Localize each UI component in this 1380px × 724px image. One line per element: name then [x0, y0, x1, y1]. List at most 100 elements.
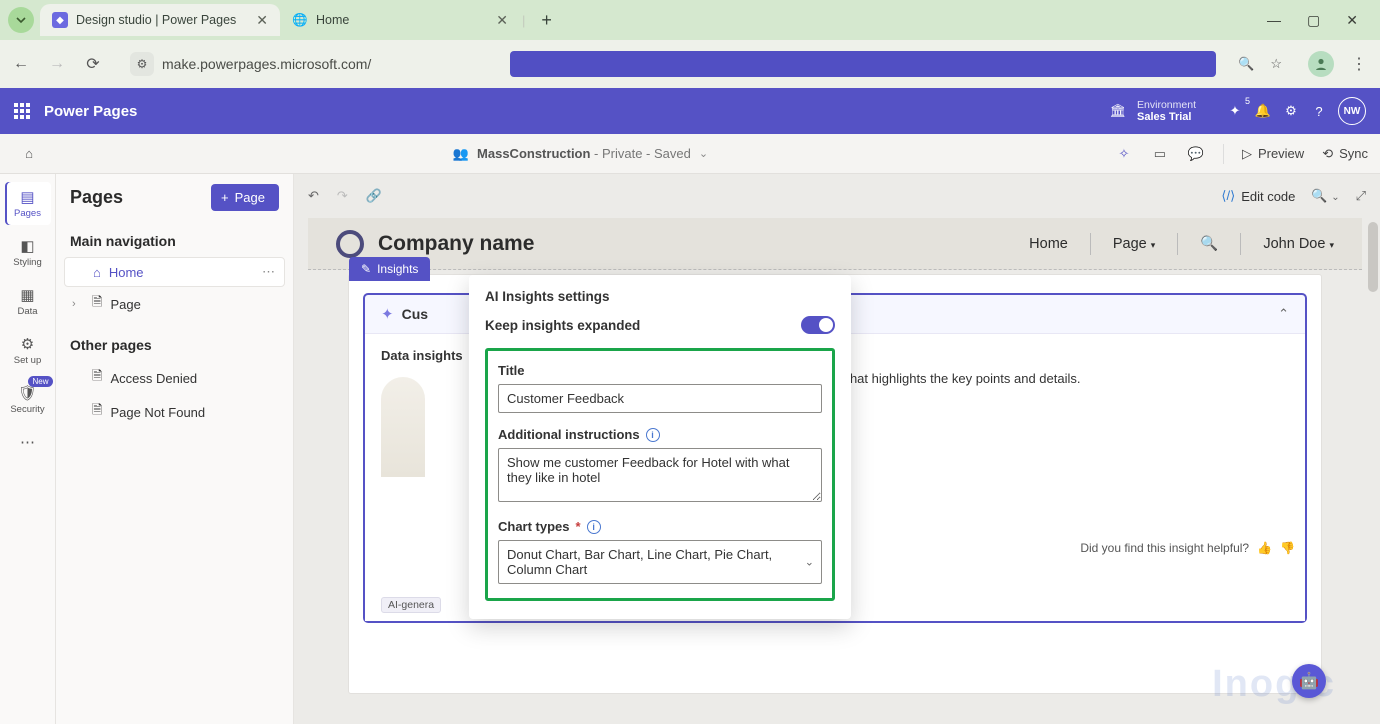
new-tab-button[interactable]: + [541, 10, 552, 31]
instructions-label: Additional instructionsi [498, 427, 822, 442]
keep-expanded-label: Keep insights expanded [485, 318, 640, 333]
canvas-scrollbar[interactable] [1368, 222, 1378, 292]
add-page-button[interactable]: +Page [211, 184, 279, 211]
nav-page-dropdown[interactable]: Page ▾ [1113, 236, 1155, 252]
chart-thumb-placeholder [381, 377, 425, 477]
vscode-icon: ⟨/⟩ [1221, 188, 1235, 204]
mobile-preview-icon[interactable]: ▭ [1151, 145, 1169, 163]
copilot-icon[interactable]: ✧ [1115, 145, 1133, 163]
chart-types-select[interactable]: Donut Chart, Bar Chart, Line Chart, Pie … [498, 540, 822, 584]
tree-node-page[interactable]: › 🗎 Page [64, 287, 285, 321]
info-icon[interactable]: i [587, 520, 601, 534]
tree-node-home[interactable]: ⌂ Home ⋯ [64, 257, 285, 287]
tree-node-not-found[interactable]: 🗎Page Not Found [64, 395, 285, 429]
rail-styling[interactable]: ◧Styling [5, 231, 51, 274]
sparkle-icon: ✦ [381, 305, 394, 323]
thumbs-down-icon[interactable]: 👎 [1280, 541, 1295, 555]
section-other-pages: Other pages [56, 321, 293, 361]
tab-title: Design studio | Power Pages [76, 13, 236, 27]
edit-code-button[interactable]: ⟨/⟩Edit code [1221, 188, 1295, 204]
undo-icon[interactable]: ↶ [308, 188, 319, 204]
close-window-button[interactable]: ✕ [1346, 12, 1358, 29]
chatbot-launcher[interactable]: 🤖 [1292, 664, 1326, 698]
highlighted-settings-group: Title Additional instructionsi Chart typ… [485, 348, 835, 601]
keep-expanded-toggle[interactable] [801, 316, 835, 334]
title-label: Title [498, 363, 822, 378]
tab-close-icon[interactable]: ✕ [496, 12, 508, 29]
rail-setup[interactable]: ⚙Set up [5, 329, 51, 372]
feedback-row: Did you find this insight helpful? 👍 👎 [1080, 541, 1295, 555]
title-input[interactable] [498, 384, 822, 413]
design-canvas: ↶ ↷ 🔗 ⟨/⟩Edit code 🔍 ⌄ ⤢ Company name Ho… [294, 174, 1380, 724]
app-launcher-icon[interactable] [14, 103, 30, 119]
browser-kebab-icon[interactable]: ⋮ [1348, 54, 1370, 74]
notifications-icon[interactable]: 🔔 [1254, 102, 1272, 120]
forward-button[interactable]: → [46, 55, 68, 73]
panel-title: Pages [70, 187, 123, 208]
alerts-icon[interactable]: ✦5 [1226, 102, 1244, 120]
expand-icon[interactable]: ⤢ [1356, 188, 1366, 204]
sync-button[interactable]: ⟲Sync [1322, 146, 1368, 162]
info-icon[interactable]: i [646, 428, 660, 442]
browser-toolbar: ← → ⟳ ⚙ make.powerpages.microsoft.com/ 🔍… [0, 40, 1380, 88]
minimize-button[interactable]: — [1267, 12, 1281, 29]
nav-search-icon[interactable]: 🔍 [1200, 235, 1218, 252]
browser-profile-button[interactable] [1308, 51, 1334, 77]
address-bar[interactable]: ⚙ make.powerpages.microsoft.com/ 🔍 ☆ [118, 47, 1294, 81]
rail-pages[interactable]: ▤Pages [5, 182, 51, 225]
url-text: make.powerpages.microsoft.com/ [162, 56, 371, 72]
instructions-textarea[interactable] [498, 448, 822, 502]
zoom-icon[interactable]: 🔍 [1238, 56, 1254, 72]
insights-tab[interactable]: ✎Insights [349, 257, 430, 281]
environment-icon: 🏛 [1109, 102, 1127, 120]
caret-icon: ▾ [1329, 240, 1334, 250]
collapse-icon[interactable]: ⌃ [1278, 306, 1289, 322]
summary-text: mmary that highlights the key points and… [803, 371, 1289, 386]
home-icon[interactable]: ⌂ [12, 146, 46, 161]
caret-icon: ▾ [1151, 240, 1156, 250]
command-bar: ⌂ 👥 MassConstruction - Private - Saved ⌄… [0, 134, 1380, 174]
url-selection-highlight [510, 51, 1216, 77]
tree-node-access-denied[interactable]: 🗎Access Denied [64, 361, 285, 395]
helpful-label: Did you find this insight helpful? [1080, 541, 1249, 555]
back-button[interactable]: ← [10, 55, 32, 73]
comments-icon[interactable]: 💬 [1187, 145, 1205, 163]
help-icon[interactable]: ? [1310, 102, 1328, 120]
preview-button[interactable]: ▷Preview [1242, 146, 1304, 162]
more-icon: ⋯ [20, 433, 35, 451]
thumbs-up-icon[interactable]: 👍 [1257, 541, 1272, 555]
chevron-right-icon[interactable]: › [72, 298, 84, 310]
link-icon[interactable]: 🔗 [366, 188, 382, 204]
browser-menu-button[interactable] [8, 7, 34, 33]
row-more-icon[interactable]: ⋯ [262, 264, 276, 280]
tab-close-icon[interactable]: ✕ [256, 12, 268, 29]
chart-types-label: Chart types * i [498, 519, 822, 534]
settings-icon[interactable]: ⚙ [1282, 102, 1300, 120]
people-icon: 👥 [453, 146, 469, 162]
left-rail: ▤Pages ◧Styling ▦Data ⚙Set up 🛡SecurityN… [0, 174, 56, 724]
tab-title: Home [316, 13, 349, 27]
canvas-toolbar: ↶ ↷ 🔗 ⟨/⟩Edit code 🔍 ⌄ ⤢ [294, 174, 1380, 218]
page-icon: 🗎 [92, 293, 102, 315]
site-context[interactable]: 👥 MassConstruction - Private - Saved ⌄ [46, 146, 1115, 162]
redo-icon[interactable]: ↷ [337, 188, 348, 204]
lock-page-icon: 🗎 [92, 367, 102, 389]
rail-data[interactable]: ▦Data [5, 280, 51, 323]
nav-home[interactable]: Home [1029, 236, 1068, 252]
browser-tab-inactive[interactable]: 🌐 Home ✕ [280, 4, 520, 36]
rail-more[interactable]: ⋯ [5, 427, 51, 457]
bookmark-icon[interactable]: ☆ [1270, 56, 1282, 72]
product-name: Power Pages [44, 103, 137, 120]
environment-picker[interactable]: Environment Sales Trial [1137, 99, 1196, 124]
zoom-dropdown[interactable]: 🔍 ⌄ [1311, 188, 1339, 204]
site-info-icon[interactable]: ⚙ [130, 52, 154, 76]
browser-tab-active[interactable]: ◆ Design studio | Power Pages ✕ [40, 4, 280, 36]
maximize-button[interactable]: ▢ [1307, 12, 1320, 29]
user-avatar[interactable]: NW [1338, 97, 1366, 125]
reload-button[interactable]: ⟳ [82, 54, 104, 74]
insight-title-truncated: Cus [402, 306, 428, 322]
nav-user-dropdown[interactable]: John Doe ▾ [1263, 236, 1334, 252]
insights-icon: ✎ [361, 262, 371, 276]
rail-security[interactable]: 🛡SecurityNew [5, 378, 51, 421]
browser-tab-strip: ◆ Design studio | Power Pages ✕ 🌐 Home ✕… [0, 0, 1380, 40]
